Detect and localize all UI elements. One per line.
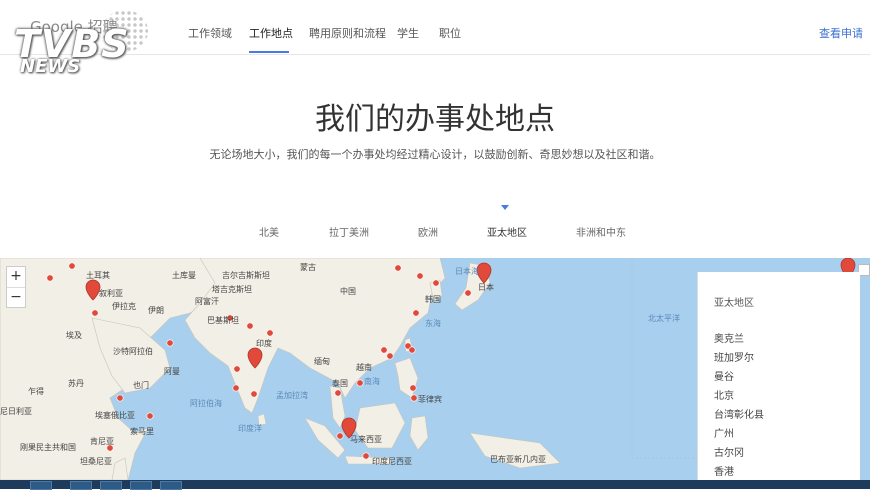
map-label-turkey: 土耳其 [86,271,110,280]
map-label-turkmen: 土库曼 [172,271,196,280]
map-label-ethiopia: 埃塞俄比亚 [95,411,135,420]
map-label-pakistan: 巴基斯坦 [207,316,239,325]
map-label-nigeria: 尼日利亚 [0,407,32,416]
map-label-north-pacific: 北太平洋 [648,314,680,323]
map-label-saudi: 沙特阿拉伯 [113,347,153,356]
page-title: 我们的办事处地点 [315,102,555,137]
active-region-caret-icon [501,205,509,210]
map-label-philippines: 菲律宾 [418,395,442,404]
zoom-in-button[interactable]: + [7,267,25,287]
site-header: Google 招聘 TVBS NEWS 工作领域 工作地点 聘用原则和流程 学生… [0,0,870,77]
map-label-kyrgyz: 吉尔吉斯斯坦 [222,271,270,280]
nav-item-hiring-process[interactable]: 聘用原则和流程 [309,25,386,41]
nav-item-students[interactable]: 学生 [397,25,419,41]
zoom-out-button[interactable]: − [7,287,25,308]
map-label-vietnam: 越南 [356,363,372,372]
map-label-east-china-sea: 东海 [425,319,441,328]
map-label-sea-of-japan: 日本海 [455,267,479,276]
os-taskbar [0,480,870,490]
region-tab-asia-pacific[interactable]: 亚太地区 [487,224,527,239]
map-label-tanzania: 坦桑尼亚 [80,457,112,466]
map-label-iraq: 伊拉克 [112,302,136,311]
office-list-item[interactable]: 香港 [714,463,734,478]
map-label-yemen: 也门 [133,381,149,390]
map-label-korea: 韩国 [425,295,441,304]
map-label-kenya: 肯尼亚 [90,437,114,446]
map-label-indian-ocean: 印度洋 [238,424,262,433]
map-label-japan: 日本 [478,283,494,292]
office-list-item[interactable]: 广州 [714,425,734,440]
view-application-link[interactable]: 查看申请 [819,25,863,41]
page-subtitle: 无论场地大小，我们的每一个办事处均经过精心设计，以鼓励创新、奇思妙想以及社区和谐… [209,148,661,161]
office-map[interactable]: 土耳其 叙利亚 伊拉克 伊朗 阿富汗 巴基斯坦 埃及 沙特阿拉伯 阿曼 也门 苏… [0,258,870,480]
region-tab-latin-america[interactable]: 拉丁美洲 [329,224,369,239]
watermark-sub: NEWS [20,56,81,77]
map-label-mongolia: 蒙古 [300,263,316,272]
map-label-afghanistan: 阿富汗 [195,297,219,306]
map-label-thailand: 泰国 [332,379,348,388]
active-tab-underline [249,51,289,53]
map-label-indonesia: 印度尼西亚 [372,457,412,466]
map-label-bay-of-bengal: 孟加拉湾 [276,391,308,400]
map-label-sudan: 苏丹 [68,379,84,388]
map-zoom-control: + − [6,266,26,308]
map-label-iran: 伊朗 [148,306,164,315]
map-label-myanmar: 缅甸 [314,357,330,366]
map-label-drc: 刚果民主共和国 [20,443,76,452]
nav-item-locations[interactable]: 工作地点 [249,25,293,41]
map-label-egypt: 埃及 [66,331,82,340]
map-label-malaysia: 马来西亚 [350,435,382,444]
map-label-png: 巴布亚新几内亚 [490,455,546,464]
region-tab-europe[interactable]: 欧洲 [418,224,438,239]
map-label-arabian-sea: 阿拉伯海 [190,399,222,408]
office-list-item[interactable]: 台湾彰化县 [714,406,764,421]
office-list-item[interactable]: 曼谷 [714,368,734,383]
office-list-item[interactable]: 北京 [714,387,734,402]
map-label-india: 印度 [256,339,272,348]
map-label-south-china-sea: 南海 [364,377,380,386]
map-label-china: 中国 [340,287,356,296]
google-careers-logo[interactable]: Google 招聘 TVBS NEWS [14,10,148,77]
region-tab-north-america[interactable]: 北美 [259,224,279,239]
nav-item-jobs[interactable]: 职位 [439,25,461,41]
nav-item-teams[interactable]: 工作领域 [188,25,232,41]
map-label-syria: 叙利亚 [99,289,123,298]
office-list-item[interactable]: 古尔冈 [714,444,744,459]
office-list-heading: 亚太地区 [714,298,754,309]
office-list-panel: 亚太地区 奥克兰 班加罗尔 曼谷 北京 台湾彰化县 广州 古尔冈 香港 [697,272,860,480]
region-tab-africa-middle-east[interactable]: 非洲和中东 [576,224,626,239]
map-label-tajik: 塔吉克斯坦 [212,285,252,294]
map-label-somalia: 索马里 [130,427,154,436]
office-list-item[interactable]: 奥克兰 [714,330,744,345]
map-label-oman: 阿曼 [164,367,180,376]
office-list-item[interactable]: 班加罗尔 [714,349,754,364]
map-label-chad: 乍得 [28,387,44,396]
